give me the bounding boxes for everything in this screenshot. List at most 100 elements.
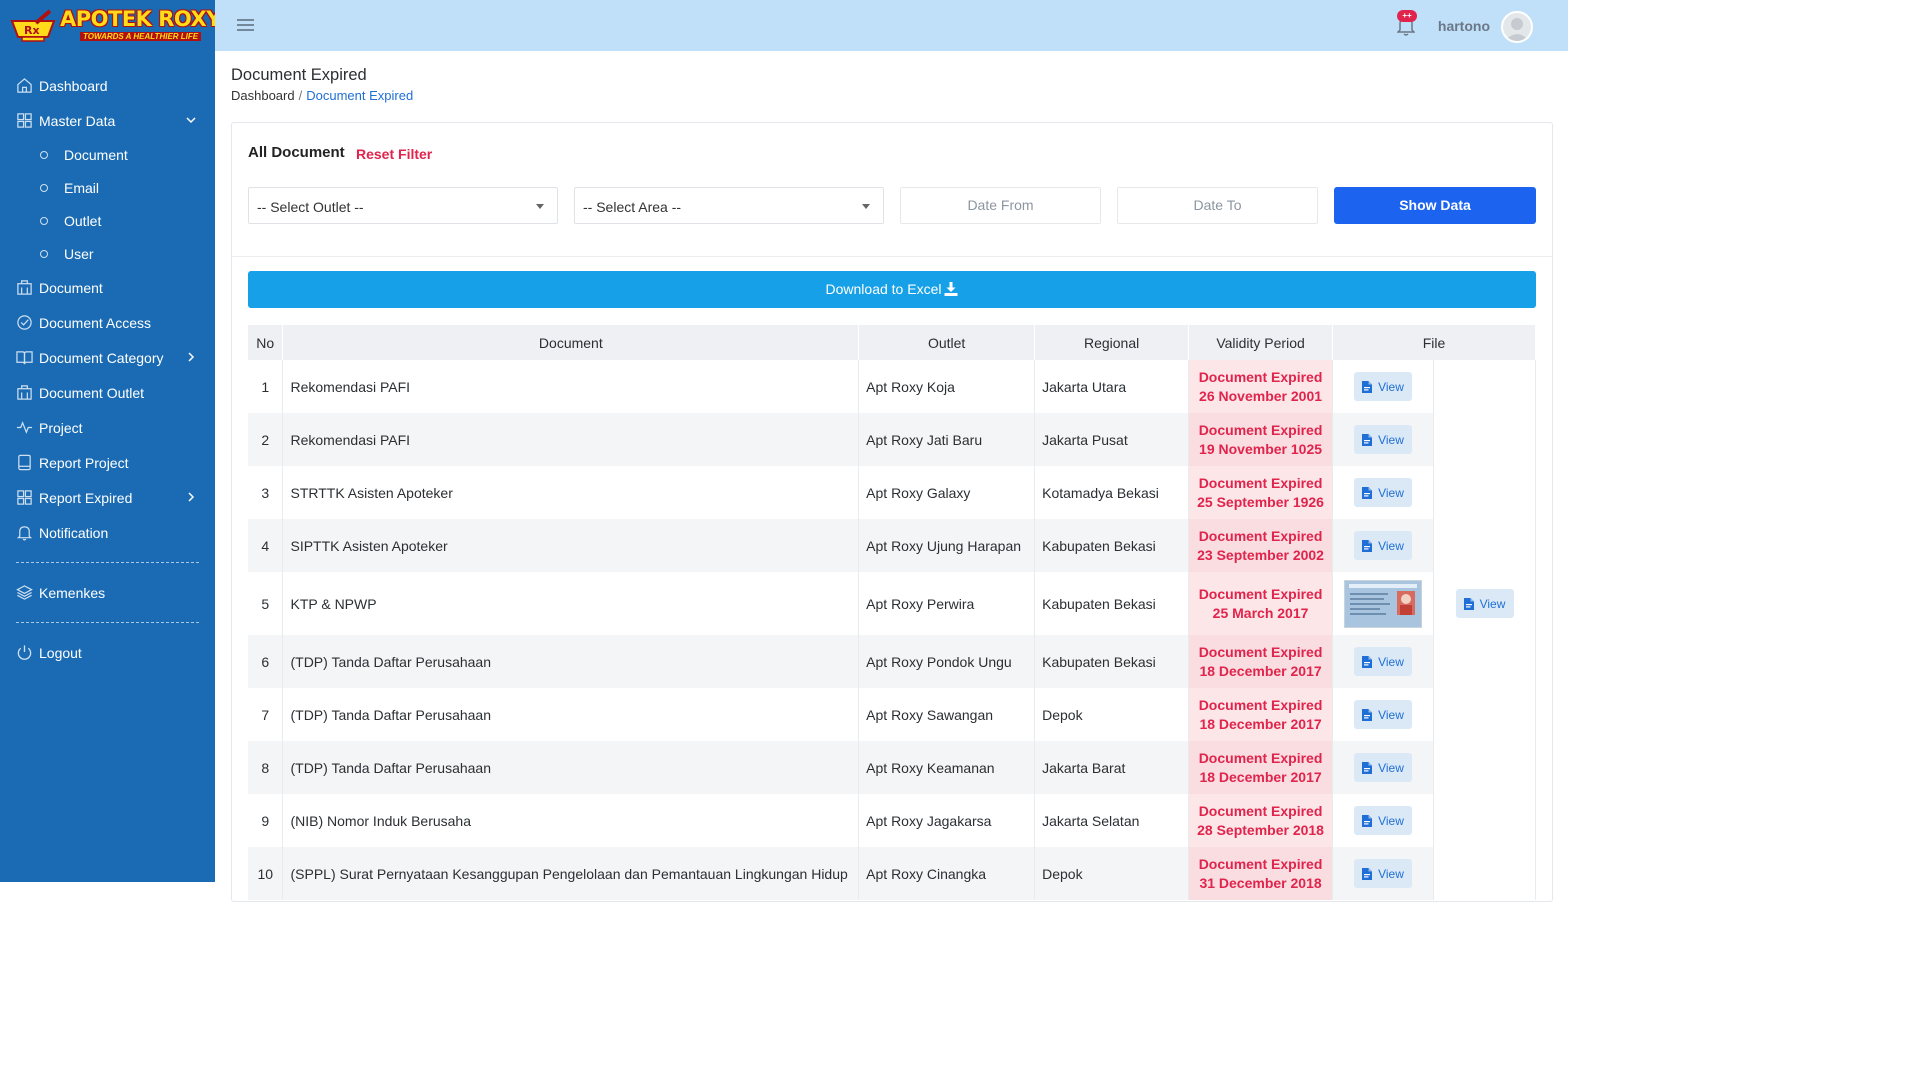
caret-down-icon <box>862 204 870 209</box>
sidebar-item-project[interactable]: Project <box>0 410 215 445</box>
column-header-validity-period: Validity Period <box>1188 325 1334 360</box>
show-data-button[interactable]: Show Data <box>1334 187 1536 224</box>
sidebar-subitem-user[interactable]: User <box>0 237 215 270</box>
sidebar-item-label: Report Project <box>39 454 129 471</box>
sidebar-subitem-document[interactable]: Document <box>0 138 215 171</box>
sidebar-item-label: Logout <box>39 644 82 661</box>
sidebar-item-kemenkes[interactable]: Kemenkes <box>0 575 215 610</box>
column-header-outlet: Outlet <box>858 325 1036 360</box>
activity-icon <box>16 421 33 434</box>
sidebar-item-report-expired[interactable]: Report Expired <box>0 480 215 515</box>
outlet-name: Apt Roxy Perwira <box>858 572 1036 635</box>
sidebar-subitem-outlet[interactable]: Outlet <box>0 204 215 237</box>
outlet-select-value: -- Select Outlet -- <box>257 199 364 215</box>
validity-period: Document Expired 31 December 2018 <box>1188 847 1334 900</box>
hamburger-menu-icon[interactable] <box>237 18 254 32</box>
validity-period: Document Expired 25 September 1926 <box>1188 466 1334 519</box>
expired-status: Document Expired <box>1198 474 1323 491</box>
sidebar-subitem-email[interactable]: Email <box>0 171 215 204</box>
row-number: 5 <box>248 572 284 635</box>
sidebar-item-dashboard[interactable]: Dashboard <box>0 68 215 103</box>
bullet-icon <box>40 183 48 192</box>
outlet-name: Apt Roxy Pondok Ungu <box>858 635 1036 688</box>
chevron-down-icon <box>186 117 196 124</box>
sidebar-item-label: Report Expired <box>39 489 133 506</box>
grid-icon <box>17 490 32 505</box>
date-to-input[interactable]: Date To <box>1117 187 1318 224</box>
sidebar-item-report-project[interactable]: Report Project <box>0 445 215 480</box>
sidebar: Rx APOTEK ROXY TOWARDS A HEALTHIER LIFE … <box>0 0 221 882</box>
file-cell: View <box>1332 794 1434 847</box>
sidebar-item-document[interactable]: Document <box>0 270 215 305</box>
reset-filter-link[interactable]: Reset Filter <box>356 146 432 162</box>
regional-name: Kabupaten Bekasi <box>1034 519 1190 572</box>
sidebar-divider <box>16 622 199 623</box>
notification-badge: ++ <box>1397 10 1417 22</box>
sidebar-item-master-data[interactable]: Master Data <box>0 103 215 138</box>
sidebar-item-document-category[interactable]: Document Category <box>0 340 215 375</box>
expired-date: 28 September 2018 <box>1197 821 1324 838</box>
view-button[interactable]: View <box>1455 589 1514 618</box>
regional-name: Kabupaten Bekasi <box>1034 572 1190 635</box>
card-title: All Document <box>248 144 345 161</box>
sidebar-subitem-label: Document <box>64 146 128 163</box>
file-cell: View <box>1332 519 1434 572</box>
documents-table: No Document Outlet Regional Validity Per… <box>248 325 1536 900</box>
book-icon <box>16 351 33 365</box>
file-cell: View <box>1332 413 1434 466</box>
validity-period: Document Expired 19 November 1025 <box>1188 413 1334 466</box>
outlet-name: Apt Roxy Cinangka <box>858 847 1036 900</box>
download-excel-button[interactable]: Download to Excel <box>248 271 1536 308</box>
file-empty-cell <box>1433 635 1536 688</box>
view-button[interactable]: View <box>1354 859 1412 888</box>
row-number: 2 <box>248 413 284 466</box>
grid-icon <box>17 113 32 128</box>
view-button[interactable]: View <box>1354 372 1412 401</box>
view-button[interactable]: View <box>1354 425 1412 454</box>
pdf-file-icon <box>1362 708 1373 721</box>
document-name: (TDP) Tanda Daftar Perusahaan <box>282 688 860 741</box>
expired-date: 23 September 2002 <box>1197 546 1324 563</box>
validity-period: Document Expired 25 March 2017 <box>1188 572 1334 635</box>
sidebar-item-label: Kemenkes <box>39 584 106 601</box>
id-card-thumbnail[interactable] <box>1344 579 1422 628</box>
pdf-file-icon <box>1463 597 1474 610</box>
view-button-label: View <box>1378 707 1404 722</box>
expired-date: 25 March 2017 <box>1212 604 1309 621</box>
expired-status: Document Expired <box>1198 696 1323 713</box>
file-empty-cell <box>1433 688 1536 741</box>
user-name[interactable]: hartono <box>1438 18 1490 34</box>
sidebar-item-logout[interactable]: Logout <box>0 635 215 670</box>
area-select[interactable]: -- Select Area -- <box>574 187 884 224</box>
bullet-icon <box>40 249 48 258</box>
download-icon <box>944 282 958 296</box>
regional-name: Depok <box>1034 688 1190 741</box>
view-button-label: View <box>1378 654 1404 669</box>
expired-date: 19 November 1025 <box>1199 440 1323 457</box>
sidebar-item-label: Master Data <box>39 112 116 129</box>
view-button[interactable]: View <box>1354 806 1412 835</box>
file-empty-cell <box>1433 466 1536 519</box>
view-button[interactable]: View <box>1354 531 1412 560</box>
home-icon <box>17 78 32 93</box>
view-button[interactable]: View <box>1354 478 1412 507</box>
sidebar-item-notification[interactable]: Notification <box>0 515 215 550</box>
expired-date: 26 November 2001 <box>1199 387 1323 404</box>
date-from-input[interactable]: Date From <box>900 187 1101 224</box>
sidebar-item-document-access[interactable]: Document Access <box>0 305 215 340</box>
brand-logo[interactable]: Rx APOTEK ROXY TOWARDS A HEALTHIER LIFE <box>8 5 221 47</box>
breadcrumb-item-dashboard[interactable]: Dashboard <box>231 88 295 103</box>
document-name: (SPPL) Surat Pernyataan Kesanggupan Peng… <box>282 847 860 900</box>
sidebar-item-document-outlet[interactable]: Document Outlet <box>0 375 215 410</box>
outlet-select[interactable]: -- Select Outlet -- <box>248 187 558 224</box>
validity-period: Document Expired 18 December 2017 <box>1188 688 1334 741</box>
file-cell: View <box>1433 572 1536 635</box>
view-button[interactable]: View <box>1354 647 1412 676</box>
user-avatar[interactable] <box>1501 11 1533 43</box>
brand-name: APOTEK ROXY <box>60 7 221 31</box>
view-button[interactable]: View <box>1354 700 1412 729</box>
expired-status: Document Expired <box>1198 749 1323 766</box>
view-button-label: View <box>1378 866 1404 881</box>
table-row: 6 (TDP) Tanda Daftar Perusahaan Apt Roxy P… <box>248 635 1536 688</box>
view-button[interactable]: View <box>1354 753 1412 782</box>
